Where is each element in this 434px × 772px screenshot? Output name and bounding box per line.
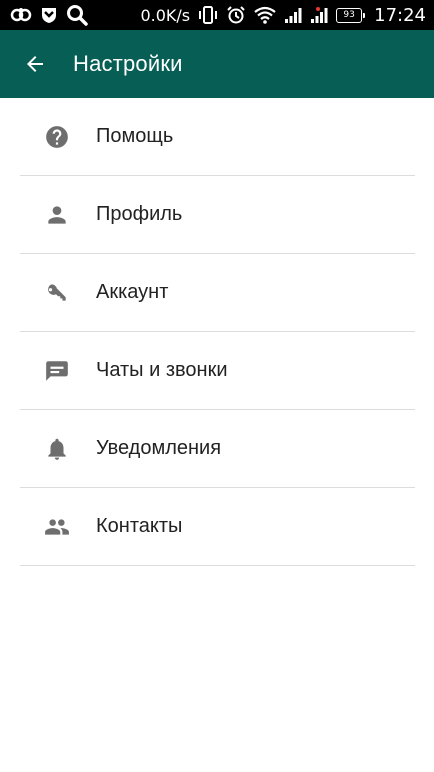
settings-list: Помощь Профиль Аккаунт Чаты и звонки Уве… xyxy=(20,98,415,566)
battery-icon: 93 xyxy=(336,7,366,23)
shield-notification-icon xyxy=(40,6,58,24)
alarm-icon xyxy=(226,5,246,25)
settings-item-label: Чаты и звонки xyxy=(96,359,228,381)
people-icon xyxy=(20,488,96,566)
settings-item-account[interactable]: Аккаунт xyxy=(20,254,415,332)
settings-item-label: Уведомления xyxy=(96,437,222,459)
settings-item-profile[interactable]: Профиль xyxy=(20,176,415,254)
status-bar: 0.0K/s 93 17:24 xyxy=(0,0,434,30)
clock: 17:24 xyxy=(374,4,426,26)
help-icon xyxy=(20,98,96,176)
person-icon xyxy=(20,176,96,254)
settings-item-label: Помощь xyxy=(96,125,174,147)
network-speed: 0.0K/s xyxy=(140,5,191,25)
settings-item-contacts[interactable]: Контакты xyxy=(20,488,415,566)
settings-item-notifications[interactable]: Уведомления xyxy=(20,410,415,488)
key-icon xyxy=(20,254,96,332)
status-left xyxy=(10,4,88,26)
search-icon xyxy=(66,4,88,26)
settings-item-label: Аккаунт xyxy=(96,281,169,303)
page-title: Настройки xyxy=(73,51,183,76)
app-bar: Настройки xyxy=(0,30,434,98)
wifi-icon xyxy=(254,6,276,24)
bell-icon xyxy=(20,410,96,488)
notification-app-icon xyxy=(10,6,32,24)
vibrate-icon xyxy=(198,5,218,25)
back-button[interactable] xyxy=(10,39,60,89)
chat-icon xyxy=(20,332,96,410)
settings-item-chats[interactable]: Чаты и звонки xyxy=(20,332,415,410)
status-right: 0.0K/s 93 17:24 xyxy=(140,5,426,26)
signal-secondary-icon xyxy=(310,6,328,24)
arrow-left-icon xyxy=(27,56,43,72)
signal-icon xyxy=(284,6,302,24)
settings-item-help[interactable]: Помощь xyxy=(20,98,415,176)
settings-item-label: Профиль xyxy=(96,203,183,225)
settings-item-label: Контакты xyxy=(96,515,183,537)
